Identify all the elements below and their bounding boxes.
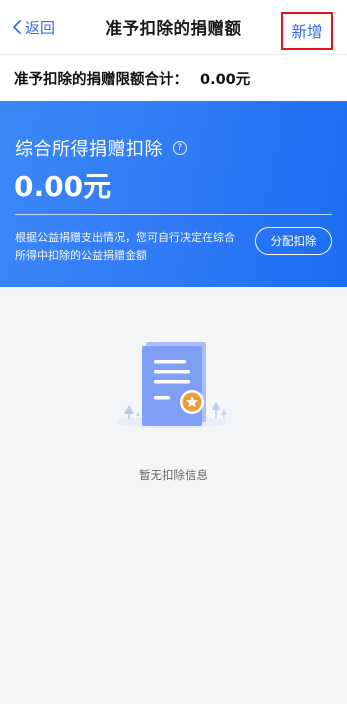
deduction-limit-bar: 准予扣除的捐赠限额合计： 0.00元 bbox=[0, 54, 347, 101]
allocate-label: 分配扣除 bbox=[270, 234, 317, 248]
limit-value: 0.00元 bbox=[200, 71, 251, 88]
allocate-deduction-button[interactable]: 分配扣除 bbox=[255, 227, 332, 255]
back-button[interactable]: 返回 bbox=[12, 0, 55, 54]
question-mark-icon[interactable]: ? bbox=[173, 141, 187, 155]
nav-bar: 返回 准予扣除的捐赠额 新增 bbox=[0, 0, 347, 54]
limit-label: 准予扣除的捐赠限额合计： bbox=[14, 71, 188, 88]
card-title-row: 综合所得捐赠扣除 ? bbox=[15, 135, 187, 161]
deduction-summary-card: 综合所得捐赠扣除 ? 0.00元 根据公益捐赠支出情况，您可自行决定在综合所得中… bbox=[0, 101, 347, 287]
card-title: 综合所得捐赠扣除 bbox=[15, 139, 163, 160]
card-divider bbox=[15, 214, 332, 215]
document-empty-icon bbox=[117, 342, 227, 428]
page-title: 准予扣除的捐赠额 bbox=[105, 19, 242, 38]
back-label: 返回 bbox=[25, 18, 56, 37]
empty-state: 暂无扣除信息 bbox=[0, 330, 347, 490]
card-description: 根据公益捐赠支出情况，您可自行决定在综合所得中扣除的公益捐赠金额 bbox=[15, 231, 235, 262]
add-label: 新增 bbox=[291, 23, 323, 41]
add-button[interactable]: 新增 bbox=[281, 12, 333, 50]
deduction-amount: 0.00元 bbox=[14, 170, 112, 203]
empty-message: 暂无扣除信息 bbox=[139, 468, 208, 482]
chevron-left-icon bbox=[13, 20, 21, 34]
